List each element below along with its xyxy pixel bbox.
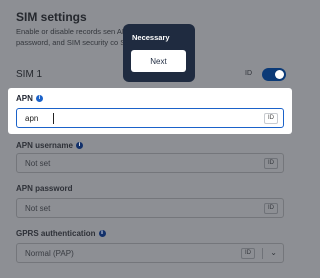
apn-password-label: APN password [16, 184, 72, 193]
apn-label-text: APN [16, 94, 33, 103]
sim-id-badge: ID [245, 70, 252, 77]
apn-password-placeholder: Not set [25, 204, 51, 213]
apn-username-label: APN username i [16, 141, 83, 150]
apn-password-input[interactable]: Not set ID [16, 198, 284, 218]
tour-tooltip: Necessary Next [123, 24, 195, 82]
gprs-auth-label: GPRS authentication i [16, 229, 106, 238]
section-title: SIM settings [16, 10, 87, 24]
apn-label: APN i [16, 94, 43, 103]
apn-id-chip[interactable]: ID [264, 113, 278, 124]
gprs-auth-select[interactable]: Normal (PAP) ID ⌄ [16, 243, 284, 263]
apn-input[interactable]: apn ID [16, 108, 284, 128]
select-divider [262, 248, 263, 259]
sim-label: SIM 1 [16, 69, 43, 80]
apn-password-id-chip[interactable]: ID [264, 203, 278, 214]
text-caret [53, 113, 54, 124]
apn-username-input[interactable]: Not set ID [16, 153, 284, 173]
info-icon[interactable]: i [75, 142, 83, 149]
apn-username-label-text: APN username [16, 141, 73, 150]
apn-username-placeholder: Not set [25, 159, 51, 168]
tooltip-title: Necessary [132, 33, 170, 42]
info-icon[interactable]: i [35, 95, 43, 102]
apn-password-label-text: APN password [16, 184, 73, 193]
gprs-auth-value: Normal (PAP) [25, 249, 74, 258]
apn-field-highlight: APN i apn ID [8, 88, 292, 134]
apn-input-value: apn [25, 114, 39, 123]
gprs-auth-id-chip[interactable]: ID [241, 248, 255, 259]
info-icon[interactable]: i [98, 230, 106, 237]
next-button[interactable]: Next [131, 50, 186, 72]
apn-username-id-chip[interactable]: ID [264, 158, 278, 169]
sim-enable-toggle[interactable] [262, 68, 286, 81]
chevron-down-icon[interactable]: ⌄ [270, 248, 277, 257]
gprs-auth-label-text: GPRS authentication [16, 229, 96, 238]
toggle-knob [275, 70, 284, 79]
